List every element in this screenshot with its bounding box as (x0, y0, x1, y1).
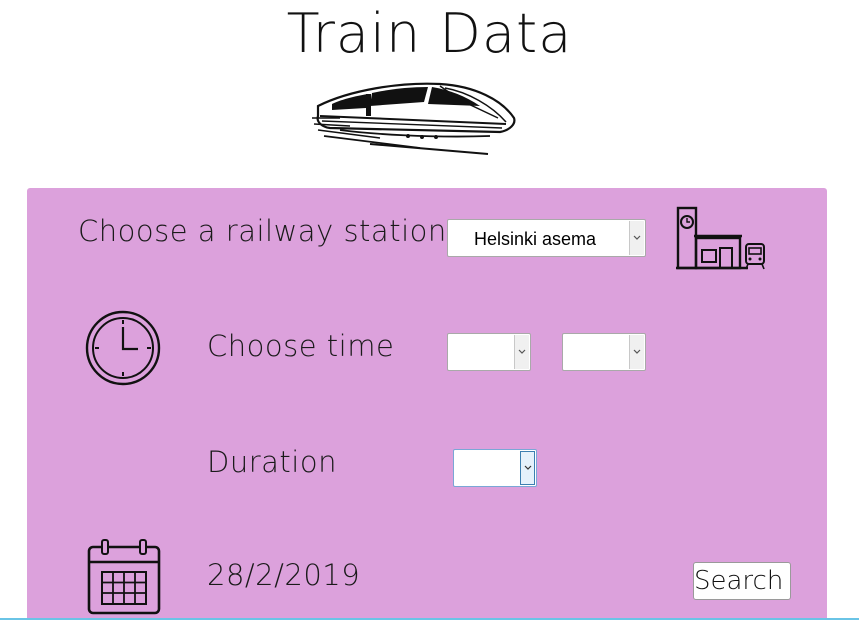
chevron-down-icon[interactable] (629, 335, 644, 369)
train-data-page: Train Data Choose a railway station Hels… (0, 0, 859, 620)
search-button[interactable]: Search (693, 562, 791, 600)
duration-label: Duration (207, 445, 337, 479)
chevron-down-icon[interactable] (514, 335, 529, 369)
station-select[interactable]: Helsinki asema (447, 219, 646, 257)
station-select-value: Helsinki asema (474, 229, 597, 249)
chevron-down-icon[interactable] (520, 451, 535, 485)
page-title: Train Data (286, 2, 573, 65)
chevron-down-icon[interactable] (629, 221, 644, 255)
calendar-icon (87, 539, 161, 615)
time-label: Choose time (207, 329, 395, 363)
station-label: Choose a railway station (78, 214, 447, 248)
duration-select[interactable] (453, 449, 537, 487)
hour-select[interactable] (447, 333, 531, 371)
minute-select[interactable] (562, 333, 646, 371)
high-speed-train-icon (312, 82, 516, 155)
railway-station-icon (676, 206, 765, 270)
clock-icon (85, 310, 161, 386)
selected-date: 28/2/2019 (207, 558, 361, 592)
